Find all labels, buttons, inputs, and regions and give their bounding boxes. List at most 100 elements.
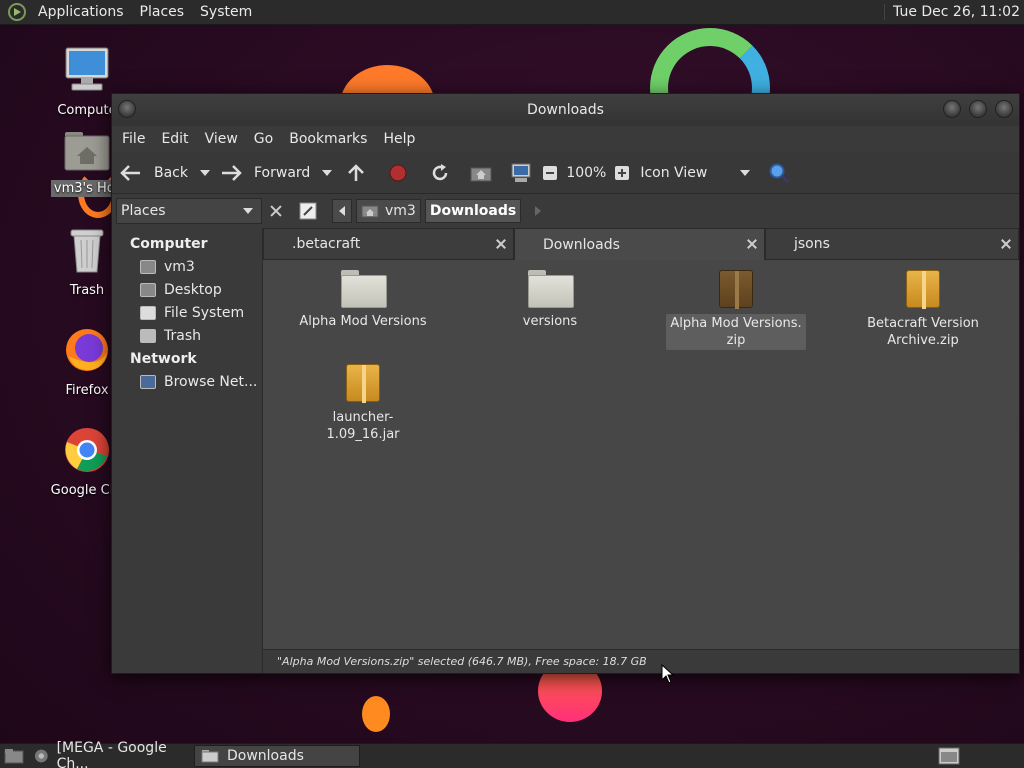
- window-menu-button[interactable]: [118, 100, 136, 118]
- menu-file[interactable]: File: [114, 131, 153, 147]
- menu-view[interactable]: View: [197, 131, 246, 147]
- places-sidebar: Computer vm3 Desktop File System Trash N…: [112, 228, 263, 673]
- sidebar-type-label: Places: [121, 203, 166, 219]
- menu-places[interactable]: Places: [132, 4, 193, 20]
- tab-close-icon[interactable]: [1000, 238, 1012, 250]
- zoom-out-icon[interactable]: [542, 165, 558, 181]
- tab-jsons[interactable]: jsons: [765, 228, 1019, 260]
- home-icon[interactable]: [470, 164, 492, 182]
- file-grid: Alpha Mod Versions versions Alpha Mod Ve…: [263, 260, 1019, 649]
- left-chevron-icon: [339, 206, 345, 216]
- computer-toolbar-icon[interactable]: [510, 163, 532, 183]
- archive-icon: [906, 270, 940, 309]
- archive-icon: [719, 270, 753, 309]
- sidebar-type-select[interactable]: Places: [116, 198, 262, 224]
- tab-label: Downloads: [543, 236, 620, 253]
- menu-applications[interactable]: Applications: [30, 4, 132, 20]
- back-history-dropdown-icon[interactable]: [200, 169, 210, 176]
- mouse-cursor-icon: [661, 664, 675, 684]
- view-mode-label: Icon View: [640, 164, 708, 181]
- file-name: Alpha Mod Versions. zip: [666, 314, 806, 350]
- file-item[interactable]: versions: [480, 260, 620, 331]
- forward-history-dropdown-icon[interactable]: [322, 169, 333, 176]
- reload-icon[interactable]: [430, 163, 450, 183]
- sidebar-item-file-system[interactable]: File System: [112, 301, 262, 324]
- sidebar-item-browse-network[interactable]: Browse Net...: [112, 370, 262, 393]
- trash-icon: [140, 328, 156, 343]
- home-folder-small-icon: [361, 205, 379, 218]
- file-item-selected[interactable]: Alpha Mod Versions. zip: [666, 260, 806, 350]
- workspace-switcher-icon[interactable]: [938, 747, 960, 765]
- sidebar-item-label: Desktop: [164, 281, 222, 298]
- right-chevron-icon[interactable]: [535, 206, 542, 216]
- sidebar-close-icon[interactable]: [268, 203, 284, 219]
- view-mode-select[interactable]: Icon View: [640, 158, 751, 188]
- window-body: Computer vm3 Desktop File System Trash N…: [112, 228, 1019, 673]
- taskbar-item-label: Downloads: [227, 748, 304, 764]
- desktop-icon-label: Trash: [69, 283, 105, 298]
- file-item[interactable]: launcher-1.09_16.jar: [293, 354, 433, 444]
- view-mode-dropdown-icon: [740, 169, 751, 176]
- trash-icon: [70, 229, 104, 273]
- breadcrumb-label: Downloads: [429, 203, 517, 219]
- show-desktop-icon[interactable]: [4, 748, 24, 764]
- sidebar-section-computer: Computer: [130, 235, 208, 252]
- menu-edit[interactable]: Edit: [153, 131, 196, 147]
- bottom-panel: [MEGA - Google Ch... Downloads: [0, 740, 1024, 768]
- taskbar-item-downloads[interactable]: Downloads: [194, 745, 360, 767]
- folder-icon: [528, 270, 574, 308]
- zoom-in-icon[interactable]: [614, 165, 630, 181]
- network-icon: [140, 374, 156, 389]
- forward-button[interactable]: Forward: [220, 158, 310, 188]
- window-titlebar[interactable]: Downloads: [112, 94, 1019, 126]
- toolbar: Back Forward 100% Icon View: [112, 152, 1019, 194]
- desktop-folder-icon: [140, 282, 156, 297]
- up-arrow-icon[interactable]: [346, 163, 366, 183]
- maximize-button[interactable]: [969, 100, 987, 118]
- breadcrumb-vm3[interactable]: vm3: [356, 199, 421, 223]
- clock[interactable]: Tue Dec 26, 11:02: [884, 4, 1024, 20]
- sidebar-item-label: Browse Net...: [164, 373, 258, 390]
- window-title: Downloads: [527, 102, 604, 118]
- file-name: Alpha Mod Versions: [299, 314, 427, 329]
- file-name: launcher-1.09_16.jar: [326, 410, 400, 442]
- desktop-icon-label: Firefox: [65, 383, 109, 398]
- menu-go[interactable]: Go: [246, 131, 281, 147]
- menu-bookmarks[interactable]: Bookmarks: [281, 131, 375, 147]
- tab-downloads[interactable]: Downloads: [514, 228, 765, 260]
- desktop-icon-label: Compute: [57, 103, 117, 118]
- breadcrumb-downloads[interactable]: Downloads: [424, 199, 522, 223]
- distro-logo-icon[interactable]: [8, 3, 26, 21]
- back-arrow-icon: [120, 164, 140, 181]
- back-label: Back: [154, 164, 188, 181]
- edit-location-icon[interactable]: [298, 201, 318, 221]
- status-bar: "Alpha Mod Versions.zip" selected (646.7…: [263, 649, 1019, 673]
- close-button[interactable]: [995, 100, 1013, 118]
- tab-betacraft[interactable]: .betacraft: [263, 228, 514, 260]
- sidebar-item-desktop[interactable]: Desktop: [112, 278, 262, 301]
- file-item[interactable]: Alpha Mod Versions: [293, 260, 433, 331]
- sidebar-type-dropdown-icon: [243, 208, 253, 214]
- menubar: File Edit View Go Bookmarks Help: [112, 126, 1019, 152]
- minimize-button[interactable]: [943, 100, 961, 118]
- taskbar-item-chrome[interactable]: [MEGA - Google Ch...: [28, 740, 190, 768]
- menu-help[interactable]: Help: [375, 131, 423, 147]
- stop-icon[interactable]: [388, 163, 408, 183]
- location-bar: Places vm3 Downloads: [112, 194, 1019, 228]
- home-folder-icon: [64, 132, 110, 171]
- breadcrumb-left-arrow[interactable]: [332, 199, 352, 223]
- tab-close-icon[interactable]: [495, 238, 507, 250]
- sidebar-item-trash[interactable]: Trash: [112, 324, 262, 347]
- sidebar-section-network: Network: [130, 350, 197, 367]
- folder-icon: [341, 270, 387, 308]
- back-button[interactable]: Back: [120, 158, 188, 188]
- file-item[interactable]: Betacraft Version Archive.zip: [853, 260, 993, 350]
- sidebar-item-label: File System: [164, 304, 245, 321]
- taskbar-item-label: [MEGA - Google Ch...: [56, 740, 167, 768]
- tab-close-icon[interactable]: [746, 238, 758, 250]
- sidebar-item-vm3[interactable]: vm3: [112, 255, 262, 278]
- menu-system[interactable]: System: [192, 4, 260, 20]
- wallpaper-blob: [362, 696, 390, 732]
- search-icon[interactable]: [768, 162, 790, 184]
- file-name: versions: [522, 314, 578, 329]
